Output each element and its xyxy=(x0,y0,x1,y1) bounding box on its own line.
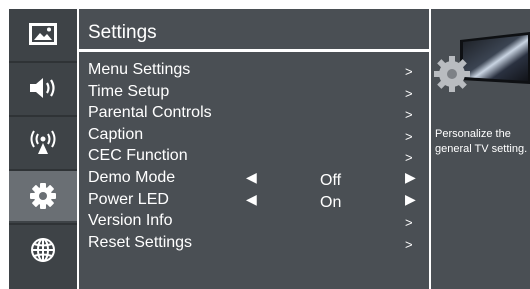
menu-item-version-info[interactable]: Version Info > xyxy=(88,210,422,232)
arrow-right-icon[interactable]: ▶ xyxy=(405,189,416,211)
speaker-icon xyxy=(30,78,55,98)
page-title: Settings xyxy=(88,22,157,43)
sidebar xyxy=(9,9,77,289)
chevron-right-icon: > xyxy=(405,64,413,79)
chevron-right-icon: > xyxy=(405,128,413,144)
chevron-right-icon: > xyxy=(405,150,413,166)
arrow-left-icon[interactable]: ◀ xyxy=(246,189,257,211)
menu-item-caption[interactable]: Caption > xyxy=(88,124,422,146)
menu-item-parental-controls[interactable]: Parental Controls > xyxy=(88,102,422,124)
menu-item-cec-function[interactable]: CEC Function > xyxy=(88,145,422,167)
menu-item-label: Parental Controls xyxy=(88,104,212,122)
globe-icon xyxy=(31,238,55,262)
menu-item-label: Time Setup xyxy=(88,82,170,100)
menu-item-label: Caption xyxy=(88,125,144,143)
picture-icon xyxy=(29,23,57,45)
settings-menu: Menu Settings > Time Setup > Parental Co… xyxy=(88,59,422,253)
chevron-right-icon: > xyxy=(405,85,413,101)
chevron-right-icon: > xyxy=(405,236,413,252)
sidebar-item-picture[interactable] xyxy=(9,9,77,59)
menu-item-label: Demo Mode xyxy=(88,168,176,186)
sidebar-item-network[interactable] xyxy=(9,225,77,275)
menu-item-power-led[interactable]: Power LED ◀ On ▶ xyxy=(88,189,422,211)
gear-on-screen-icon xyxy=(434,32,530,92)
menu-item-label: Version Info xyxy=(88,212,173,230)
arrow-left-icon[interactable]: ◀ xyxy=(246,167,257,189)
gear-icon xyxy=(30,183,56,209)
menu-item-label: CEC Function xyxy=(88,147,188,165)
setting-description: Personalize the general TV setting. xyxy=(435,128,528,155)
broadcast-icon xyxy=(30,130,56,154)
menu-item-demo-mode[interactable]: Demo Mode ◀ Off ▶ xyxy=(88,167,422,189)
menu-item-label: Menu Settings xyxy=(88,61,191,78)
menu-item-reset-settings[interactable]: Reset Settings > xyxy=(88,232,422,254)
panel-info-divider xyxy=(429,9,431,289)
chevron-right-icon: > xyxy=(405,215,413,231)
chevron-right-icon: > xyxy=(405,107,413,123)
menu-item-label: Reset Settings xyxy=(88,233,193,251)
title-underline xyxy=(79,49,429,52)
menu-item-time-setup[interactable]: Time Setup > xyxy=(88,81,422,103)
menu-item-menu-settings[interactable]: Menu Settings > xyxy=(88,59,422,81)
menu-item-label: Power LED xyxy=(88,190,169,208)
sidebar-item-channel[interactable] xyxy=(9,117,77,167)
settings-preview-image xyxy=(432,32,530,98)
arrow-right-icon[interactable]: ▶ xyxy=(405,167,416,189)
sidebar-item-sound[interactable] xyxy=(9,63,77,113)
sidebar-item-settings[interactable] xyxy=(9,171,77,221)
